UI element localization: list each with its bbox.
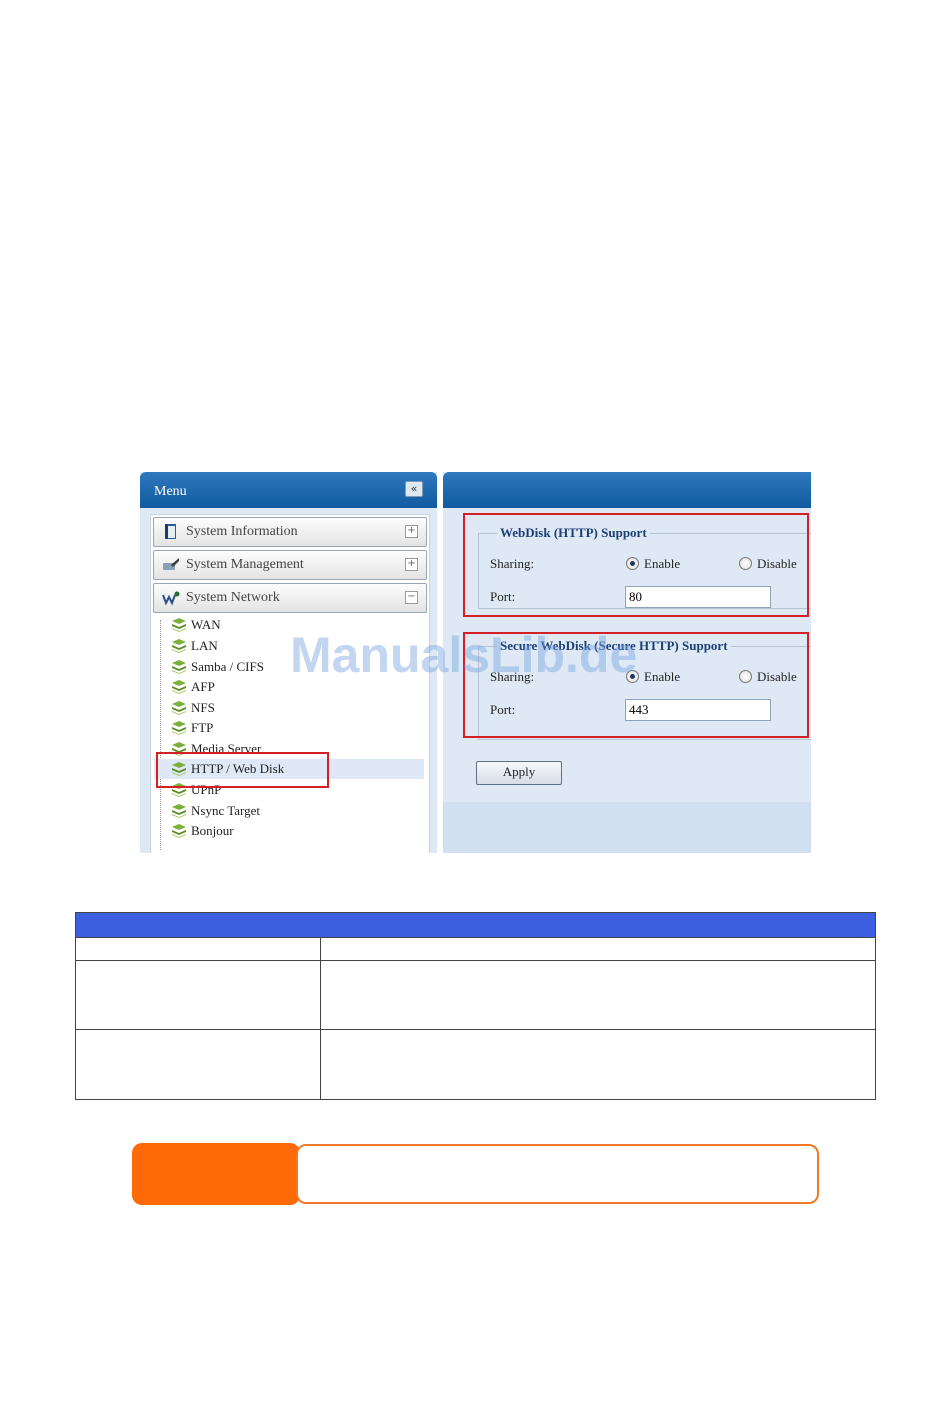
note-tag bbox=[132, 1143, 300, 1205]
management-icon bbox=[163, 558, 179, 570]
menu-item-label: Samba / CIFS bbox=[191, 659, 264, 674]
menu-item-bonjour[interactable]: Bonjour bbox=[171, 821, 423, 841]
tree-connector bbox=[160, 620, 161, 850]
menu-item-nfs[interactable]: NFS bbox=[171, 698, 423, 718]
menu-header: Menu « bbox=[140, 472, 437, 508]
menu-item-label: NFS bbox=[191, 700, 215, 715]
network-icon bbox=[162, 591, 180, 606]
table-row bbox=[76, 937, 875, 961]
menu-section-label: System Management bbox=[186, 557, 304, 572]
menu-item-label: Nsync Target bbox=[191, 803, 261, 818]
content-header bbox=[443, 472, 811, 508]
menu-item-label: FTP bbox=[191, 720, 214, 735]
settings-table bbox=[75, 912, 876, 1100]
table-header bbox=[76, 913, 875, 938]
menu-section-label: System Network bbox=[186, 590, 280, 605]
layers-icon bbox=[172, 804, 186, 818]
layers-icon bbox=[172, 660, 186, 674]
highlight-http-web-disk-item bbox=[156, 752, 329, 788]
layers-icon bbox=[172, 721, 186, 735]
table-row bbox=[76, 961, 875, 1030]
menu-item-label: LAN bbox=[191, 638, 218, 653]
menu-item-label: AFP bbox=[191, 679, 215, 694]
expand-icon[interactable]: + bbox=[405, 558, 418, 571]
collapse-icon[interactable]: − bbox=[405, 591, 418, 604]
menu-section-system-information[interactable]: System Information + bbox=[153, 517, 427, 547]
layers-icon bbox=[172, 618, 186, 632]
menu-section-system-network[interactable]: System Network − bbox=[153, 583, 427, 613]
expand-icon[interactable]: + bbox=[405, 525, 418, 538]
collapse-menu-icon[interactable]: « bbox=[405, 481, 423, 497]
info-book-icon bbox=[165, 524, 176, 539]
table-column-divider bbox=[320, 937, 321, 1099]
menu-section-system-management[interactable]: System Management + bbox=[153, 550, 427, 580]
layers-icon bbox=[172, 824, 186, 838]
menu-title: Menu bbox=[154, 484, 187, 499]
layers-icon bbox=[172, 680, 186, 694]
note-box bbox=[296, 1144, 819, 1204]
layers-icon bbox=[172, 639, 186, 653]
layers-icon bbox=[172, 701, 186, 715]
menu-item-label: Bonjour bbox=[191, 823, 234, 838]
menu-item-label: WAN bbox=[191, 617, 221, 632]
menu-item-nsync-target[interactable]: Nsync Target bbox=[171, 801, 423, 821]
watermark: ManualsLib.de bbox=[290, 627, 638, 683]
content-footer-area bbox=[443, 802, 811, 853]
menu-item-ftp[interactable]: FTP bbox=[171, 718, 423, 738]
highlight-webdisk-http bbox=[463, 513, 809, 617]
menu-section-label: System Information bbox=[186, 524, 298, 539]
apply-button[interactable]: Apply bbox=[476, 761, 562, 785]
